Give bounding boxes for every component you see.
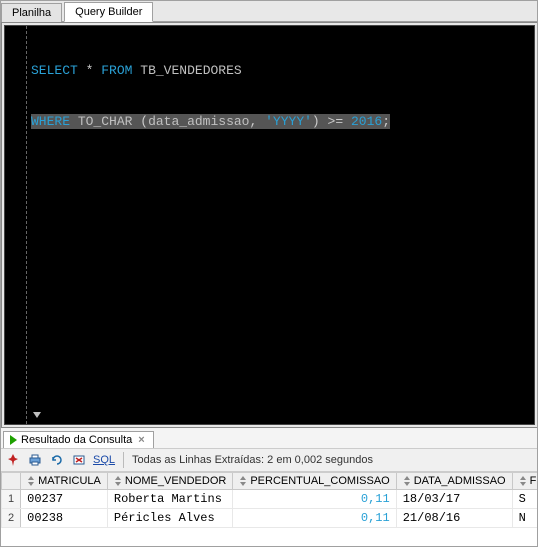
editor-area: SELECT * FROM TB_VENDEDORES WHERE TO_CHA… — [1, 22, 537, 427]
sql-line-1[interactable]: SELECT * FROM TB_VENDEDORES — [31, 62, 534, 79]
paren-open: ( — [140, 114, 148, 129]
selection: WHERE TO_CHAR (data_admissao, 'YYYY') >=… — [31, 114, 390, 129]
sort-icon[interactable] — [27, 476, 35, 486]
kw-select: SELECT — [31, 63, 78, 78]
space — [78, 63, 86, 78]
col-rownum[interactable] — [2, 473, 21, 490]
sort-icon[interactable] — [403, 476, 411, 486]
cell-matricula[interactable]: 00237 — [21, 490, 108, 509]
cancel-icon[interactable] — [71, 452, 87, 468]
toolbar-separator — [123, 452, 124, 468]
cell-percentual[interactable]: 0,11 — [233, 490, 396, 509]
col-percentual-comissao[interactable]: PERCENTUAL_COMISSAO — [233, 473, 396, 490]
cell-percentual[interactable]: 0,11 — [233, 509, 396, 528]
tab-query-builder[interactable]: Query Builder — [64, 2, 153, 22]
play-icon — [10, 435, 17, 445]
literal-2016: 2016 — [351, 114, 382, 129]
kw-from: FROM — [101, 63, 132, 78]
pin-icon[interactable] — [5, 452, 21, 468]
sql-line-2[interactable]: WHERE TO_CHAR (data_admissao, 'YYYY') >=… — [31, 113, 534, 130]
sql-developer-window: Planilha Query Builder SELECT * FROM TB_… — [0, 0, 538, 547]
func-to-char: TO_CHAR — [78, 114, 133, 129]
col-nome-vendedor[interactable]: NOME_VENDEDOR — [107, 473, 232, 490]
col-label: DATA_ADMISSAO — [414, 475, 506, 487]
col-ferias[interactable]: FERIAS — [512, 473, 537, 490]
table-body: 1 00237 Roberta Martins 0,11 18/03/17 S … — [2, 490, 538, 528]
cell-rownum: 1 — [2, 490, 21, 509]
cell-rownum: 2 — [2, 509, 21, 528]
editor-gutter — [5, 26, 27, 424]
col-label: MATRICULA — [38, 475, 101, 487]
cell-nome-vendedor[interactable]: Péricles Alves — [107, 509, 232, 528]
table-row[interactable]: 2 00238 Péricles Alves 0,11 21/08/16 N — [2, 509, 538, 528]
sql-code[interactable]: SELECT * FROM TB_VENDEDORES WHERE TO_CHA… — [31, 28, 534, 164]
op-ge: >= — [328, 114, 344, 129]
tab-query-result[interactable]: Resultado da Consulta × — [3, 431, 154, 448]
results-panel: Resultado da Consulta × SQL Todas as Lin… — [1, 427, 537, 546]
result-tab-label: Resultado da Consulta — [21, 434, 132, 446]
semicolon: ; — [382, 114, 390, 129]
sql-link[interactable]: SQL — [93, 454, 115, 466]
arg-col: data_admissao — [148, 114, 249, 129]
results-table: MATRICULA NOME_VENDEDOR PERCENTUAL_COMIS… — [1, 473, 537, 528]
sort-icon[interactable] — [519, 476, 527, 486]
sql-editor[interactable]: SELECT * FROM TB_VENDEDORES WHERE TO_CHA… — [4, 25, 535, 425]
cell-data-admissao[interactable]: 18/03/17 — [396, 490, 512, 509]
cell-data-admissao[interactable]: 21/08/16 — [396, 509, 512, 528]
sort-icon[interactable] — [239, 476, 247, 486]
col-matricula[interactable]: MATRICULA — [21, 473, 108, 490]
results-tabs: Resultado da Consulta × — [1, 428, 537, 448]
col-label: PERCENTUAL_COMISSAO — [250, 475, 389, 487]
col-label: FERIAS — [530, 475, 537, 487]
results-grid[interactable]: MATRICULA NOME_VENDEDOR PERCENTUAL_COMIS… — [1, 472, 537, 546]
print-icon[interactable] — [27, 452, 43, 468]
sort-icon[interactable] — [114, 476, 122, 486]
paren-close: ) — [312, 114, 320, 129]
col-data-admissao[interactable]: DATA_ADMISSAO — [396, 473, 512, 490]
editor-tabs: Planilha Query Builder — [1, 1, 537, 22]
table-name: TB_VENDEDORES — [140, 63, 241, 78]
table-header-row: MATRICULA NOME_VENDEDOR PERCENTUAL_COMIS… — [2, 473, 538, 490]
tab-planilha[interactable]: Planilha — [1, 3, 62, 22]
cell-ferias[interactable]: S — [512, 490, 537, 509]
cell-nome-vendedor[interactable]: Roberta Martins — [107, 490, 232, 509]
editor-end-marker-icon — [33, 412, 41, 418]
refresh-icon[interactable] — [49, 452, 65, 468]
kw-where: WHERE — [31, 114, 70, 129]
col-label: NOME_VENDEDOR — [125, 475, 226, 487]
table-row[interactable]: 1 00237 Roberta Martins 0,11 18/03/17 S — [2, 490, 538, 509]
close-icon[interactable]: × — [136, 434, 146, 446]
results-toolbar: SQL Todas as Linhas Extraídas: 2 em 0,00… — [1, 448, 537, 472]
cell-matricula[interactable]: 00238 — [21, 509, 108, 528]
cell-ferias[interactable]: N — [512, 509, 537, 528]
status-text: Todas as Linhas Extraídas: 2 em 0,002 se… — [132, 454, 373, 466]
fmt-string: 'YYYY' — [265, 114, 312, 129]
